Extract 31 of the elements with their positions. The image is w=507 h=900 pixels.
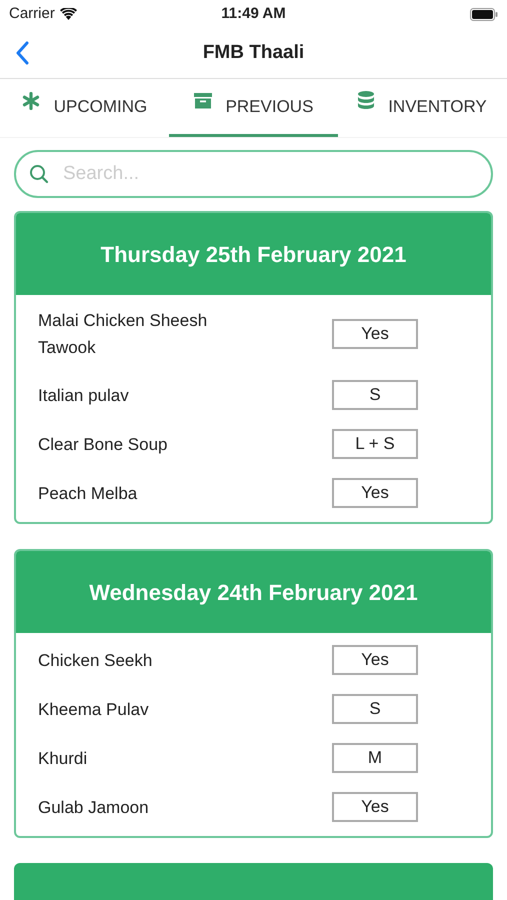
tab[interactable]: UPCOMING xyxy=(0,79,169,137)
portion-value: L + S xyxy=(332,429,418,459)
day-date: Thursday 25th February 2021 xyxy=(100,240,406,269)
portion-value: Yes xyxy=(332,792,418,822)
clock-time: 11:49 AM xyxy=(221,4,286,24)
dish-name: Kheema Pulav xyxy=(38,698,150,720)
search-icon xyxy=(29,164,49,184)
portion-value: Yes xyxy=(332,319,418,349)
dish-name: Italian pulav xyxy=(38,384,130,406)
wifi-icon xyxy=(60,8,77,20)
portion-value: Yes xyxy=(332,645,418,675)
portion-value: S xyxy=(332,694,418,724)
tab[interactable]: INVENTORY xyxy=(338,79,507,137)
tab[interactable]: PREVIOUS xyxy=(169,79,338,137)
page-title: FMB Thaali xyxy=(202,40,304,65)
dish-name: Chicken Seekh xyxy=(38,650,154,672)
dish-name: Khurdi xyxy=(38,748,88,770)
carrier-label: Carrier xyxy=(9,4,55,24)
asterisk-icon xyxy=(22,92,40,110)
dish-name: Peach Melba xyxy=(38,482,138,504)
dish-name: Gulab Jamoon xyxy=(38,796,150,818)
database-icon xyxy=(358,91,374,110)
dish-name: Malai Chicken Sheesh Tawook xyxy=(38,310,208,359)
dish-name: Clear Bone Soup xyxy=(38,434,168,456)
battery-icon xyxy=(470,8,498,20)
back-icon xyxy=(15,41,29,65)
portion-value: M xyxy=(332,743,418,773)
portion-value: Yes xyxy=(332,478,418,508)
portion-value: S xyxy=(332,380,418,410)
day-date: Wednesday 24th February 2021 xyxy=(89,578,418,607)
archive-icon xyxy=(194,92,212,110)
